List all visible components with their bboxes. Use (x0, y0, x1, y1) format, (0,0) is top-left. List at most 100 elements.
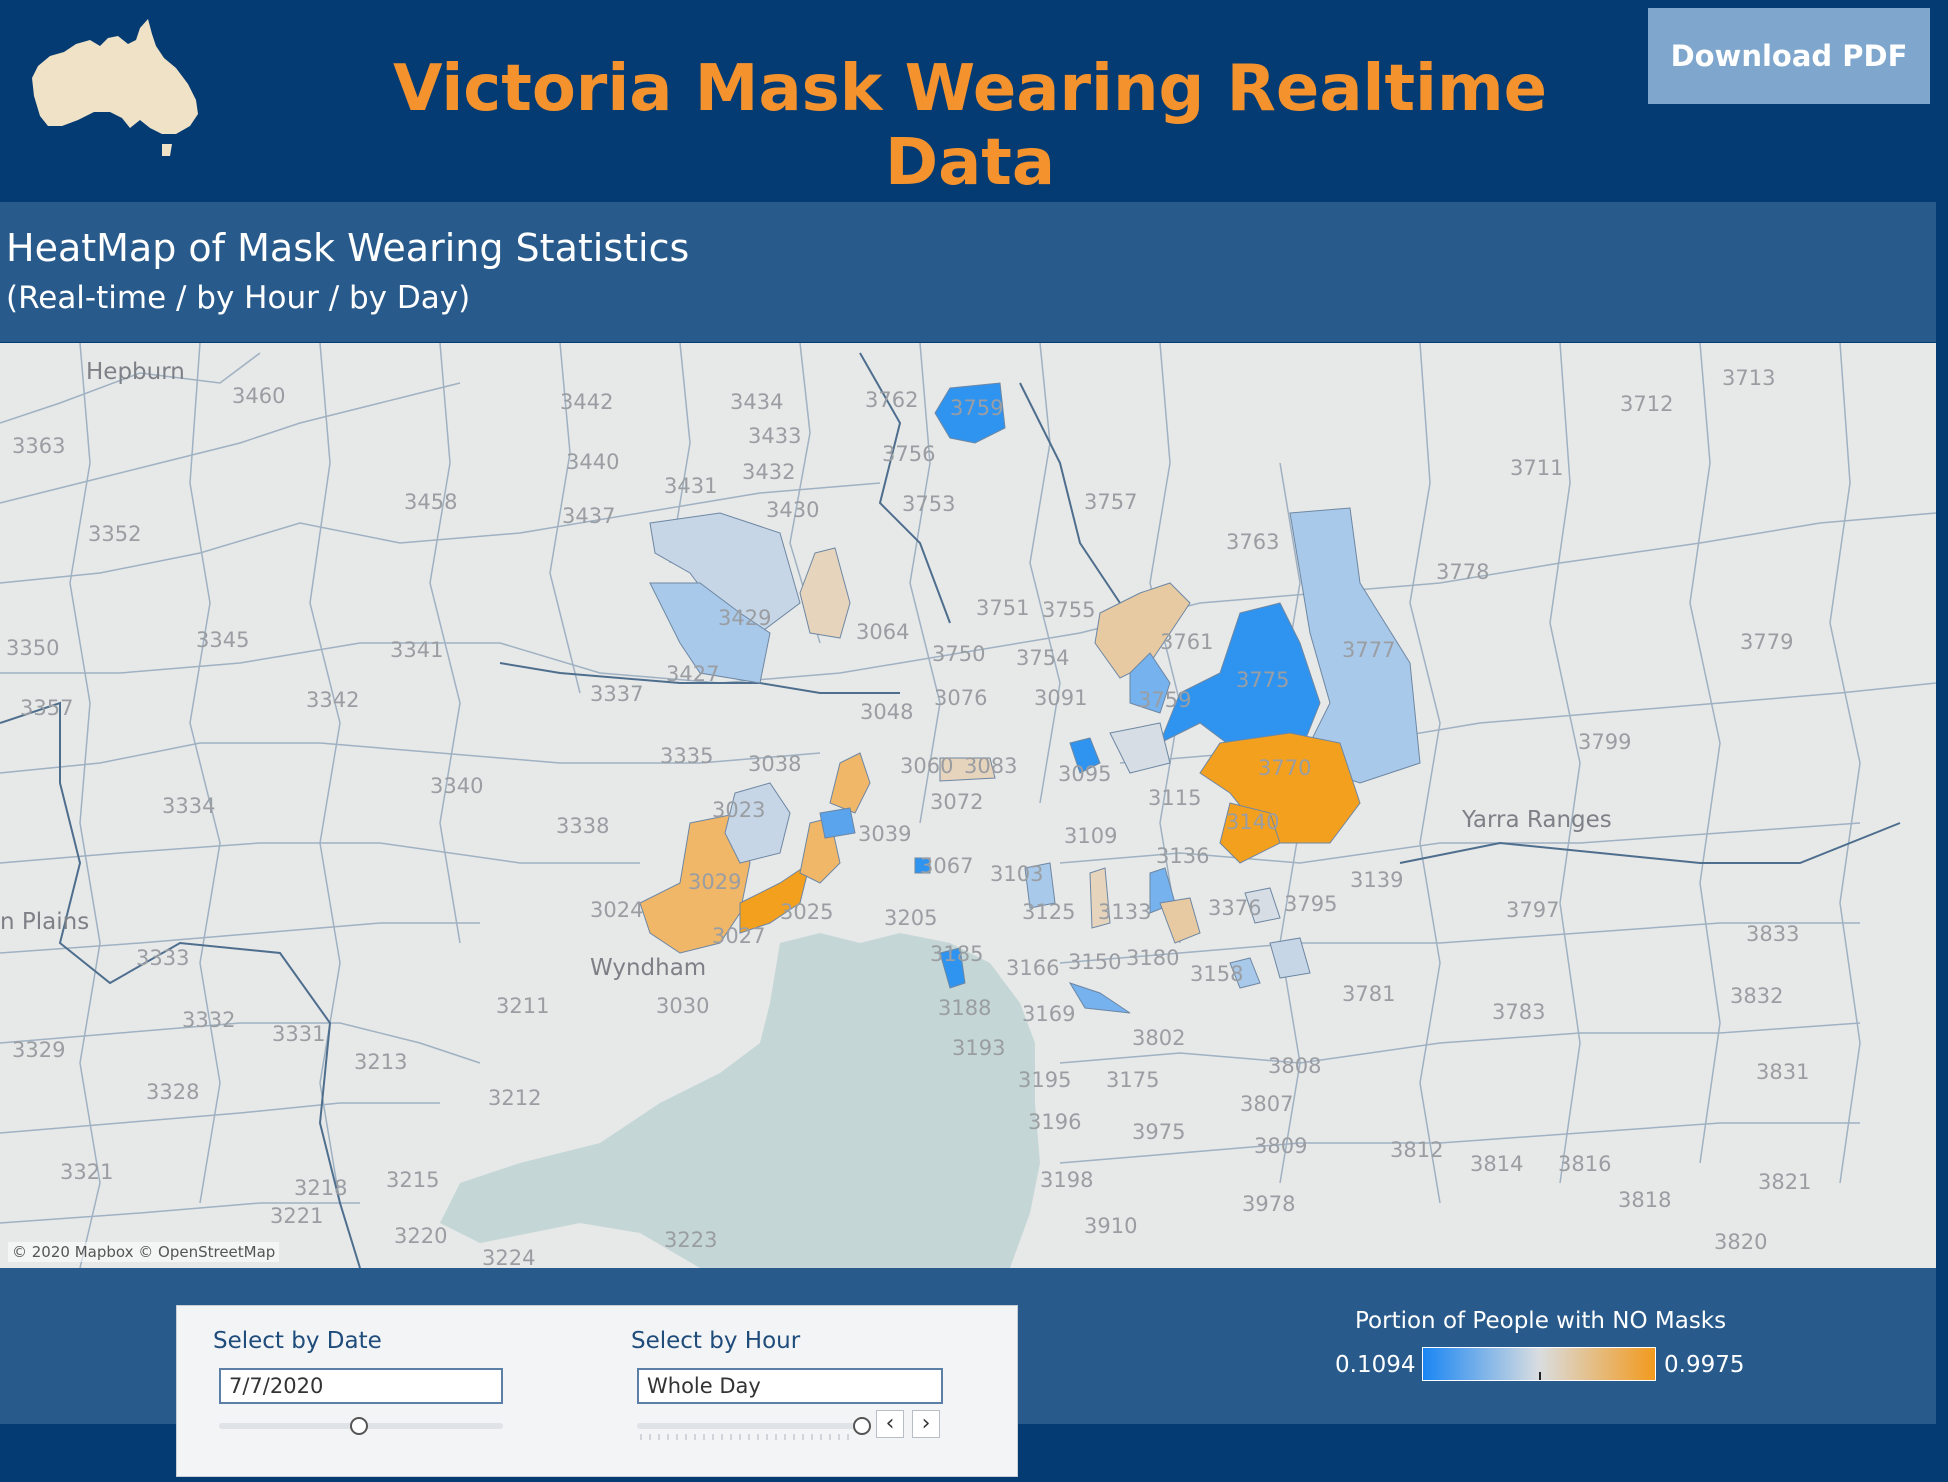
map-attribution[interactable]: © 2020 Mapbox © OpenStreetMap (8, 1242, 280, 1262)
svg-text:3198: 3198 (1040, 1168, 1093, 1192)
svg-text:3458: 3458 (404, 490, 457, 514)
svg-text:3376: 3376 (1208, 896, 1261, 920)
svg-text:3221: 3221 (270, 1204, 323, 1228)
svg-text:3115: 3115 (1148, 786, 1201, 810)
svg-text:3345: 3345 (196, 628, 249, 652)
svg-text:3158: 3158 (1190, 962, 1243, 986)
svg-text:3180: 3180 (1126, 946, 1179, 970)
date-field[interactable]: 7/7/2020 (219, 1368, 503, 1404)
hour-next-button[interactable]: › (912, 1410, 940, 1438)
svg-text:3713: 3713 (1722, 366, 1775, 390)
region-3039 (819, 807, 856, 839)
svg-text:3341: 3341 (390, 638, 443, 662)
svg-text:3831: 3831 (1756, 1060, 1809, 1084)
svg-text:3434: 3434 (730, 390, 783, 414)
svg-text:3770: 3770 (1258, 756, 1311, 780)
svg-text:3833: 3833 (1746, 922, 1799, 946)
svg-text:3430: 3430 (766, 498, 819, 522)
hour-slider-track[interactable] (637, 1423, 861, 1429)
svg-text:3321: 3321 (60, 1160, 113, 1184)
svg-text:3808: 3808 (1268, 1054, 1321, 1078)
svg-text:3064: 3064 (856, 620, 909, 644)
hour-prev-button[interactable]: ‹ (876, 1410, 904, 1438)
svg-text:3460: 3460 (232, 384, 285, 408)
svg-text:3029: 3029 (688, 870, 741, 894)
svg-text:3220: 3220 (394, 1224, 447, 1248)
hour-filter-label: Select by Hour (631, 1328, 801, 1354)
download-pdf-button[interactable]: Download PDF (1648, 8, 1930, 104)
date-slider-handle[interactable] (350, 1417, 368, 1435)
svg-text:3777: 3777 (1342, 638, 1395, 662)
svg-text:3763: 3763 (1226, 530, 1279, 554)
page-title: Victoria Mask Wearing Realtime Data (392, 52, 1548, 200)
filter-controls: Select by Date 7/7/2020 Select by Hour W… (176, 1305, 1018, 1477)
svg-text:3039: 3039 (858, 822, 911, 846)
chevron-left-icon: ‹ (885, 1411, 895, 1436)
svg-text:3711: 3711 (1510, 456, 1563, 480)
svg-text:Hepburn: Hepburn (86, 359, 185, 385)
svg-text:3212: 3212 (488, 1086, 541, 1110)
svg-text:3328: 3328 (146, 1080, 199, 1104)
svg-text:3751: 3751 (976, 596, 1029, 620)
svg-text:3363: 3363 (12, 434, 65, 458)
svg-text:3169: 3169 (1022, 1002, 1075, 1026)
svg-text:3429: 3429 (718, 606, 771, 630)
svg-text:3335: 3335 (660, 744, 713, 768)
svg-text:3185: 3185 (930, 942, 983, 966)
svg-text:3809: 3809 (1254, 1134, 1307, 1158)
svg-text:Wyndham: Wyndham (590, 955, 706, 981)
svg-text:3140: 3140 (1226, 810, 1279, 834)
svg-text:3799: 3799 (1578, 730, 1631, 754)
svg-text:3083: 3083 (964, 754, 1017, 778)
svg-text:3778: 3778 (1436, 560, 1489, 584)
svg-text:3440: 3440 (566, 450, 619, 474)
svg-text:3048: 3048 (860, 700, 913, 724)
svg-text:3832: 3832 (1730, 984, 1783, 1008)
svg-text:3211: 3211 (496, 994, 549, 1018)
svg-text:3195: 3195 (1018, 1068, 1071, 1092)
svg-text:3814: 3814 (1470, 1152, 1523, 1176)
svg-text:3759: 3759 (950, 396, 1003, 420)
svg-text:3756: 3756 (882, 442, 935, 466)
svg-text:3027: 3027 (712, 924, 765, 948)
svg-text:3753: 3753 (902, 492, 955, 516)
svg-text:3783: 3783 (1492, 1000, 1545, 1024)
svg-text:3188: 3188 (938, 996, 991, 1020)
svg-text:3332: 3332 (182, 1008, 235, 1032)
svg-text:3205: 3205 (884, 906, 937, 930)
svg-text:3797: 3797 (1506, 898, 1559, 922)
legend-min-value: 0.1094 (1335, 1352, 1416, 1378)
svg-text:3795: 3795 (1284, 892, 1337, 916)
svg-text:3338: 3338 (556, 814, 609, 838)
svg-text:3442: 3442 (560, 390, 613, 414)
svg-text:3150: 3150 (1068, 950, 1121, 974)
svg-text:3067: 3067 (920, 854, 973, 878)
svg-text:3193: 3193 (952, 1036, 1005, 1060)
svg-text:3218: 3218 (294, 1176, 347, 1200)
map-canvas[interactable]: 3460 3442 3434 3762 3759 3363 3440 3433 … (0, 343, 1936, 1268)
svg-text:3175: 3175 (1106, 1068, 1159, 1092)
svg-text:3166: 3166 (1006, 956, 1059, 980)
svg-text:3023: 3023 (712, 798, 765, 822)
svg-text:3076: 3076 (934, 686, 987, 710)
svg-text:3139: 3139 (1350, 868, 1403, 892)
svg-text:3340: 3340 (430, 774, 483, 798)
svg-text:3133: 3133 (1098, 900, 1151, 924)
svg-text:3812: 3812 (1390, 1138, 1443, 1162)
chevron-right-icon: › (921, 1411, 931, 1436)
svg-text:3820: 3820 (1714, 1230, 1767, 1254)
heatmap-map[interactable]: 3460 3442 3434 3762 3759 3363 3440 3433 … (0, 343, 1936, 1268)
hour-slider-handle[interactable] (853, 1417, 871, 1435)
svg-text:3816: 3816 (1558, 1152, 1611, 1176)
svg-text:3213: 3213 (354, 1050, 407, 1074)
hour-slider-ticks (640, 1434, 849, 1440)
svg-text:3431: 3431 (664, 474, 717, 498)
svg-text:3038: 3038 (748, 752, 801, 776)
svg-text:3337: 3337 (590, 682, 643, 706)
header-bar: Victoria Mask Wearing Realtime Data Down… (0, 0, 1948, 200)
svg-text:3091: 3091 (1034, 686, 1087, 710)
svg-text:3779: 3779 (1740, 630, 1793, 654)
hour-field[interactable]: Whole Day (637, 1368, 943, 1404)
svg-text:3427: 3427 (666, 662, 719, 686)
svg-text:3432: 3432 (742, 460, 795, 484)
